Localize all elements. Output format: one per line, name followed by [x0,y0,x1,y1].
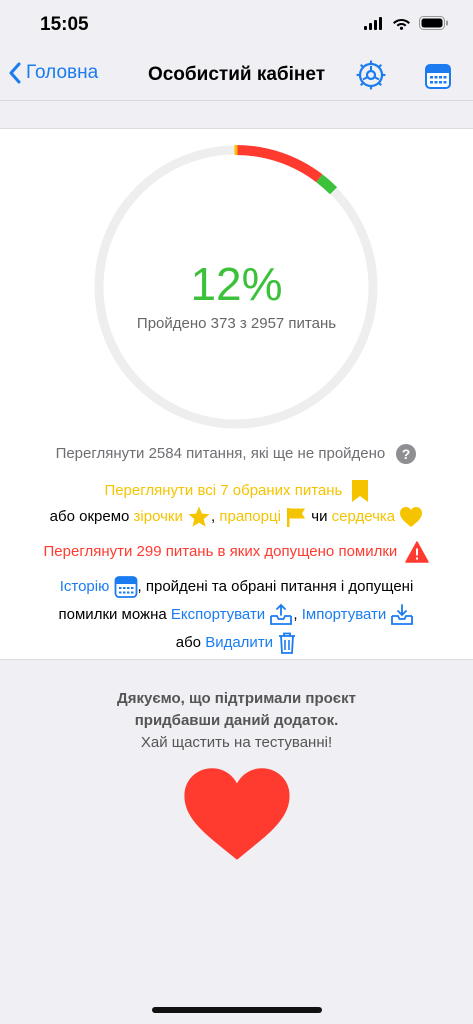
thanks-line-2: придбавши даний додаток. [134,712,339,729]
comma: , [211,508,216,525]
back-button[interactable]: Головна [8,62,98,84]
svg-text:?: ? [402,446,411,462]
favorites-link[interactable]: Переглянути всі 7 обраних питань [104,482,342,499]
history-row: Історію , пройдені та обрані питання і д… [0,575,473,599]
flags-link[interactable]: прапорці [219,508,281,525]
export-import-row: помилки можна Експортувати , Імпортувати [0,603,473,627]
import-icon[interactable] [390,603,414,627]
navigation-bar: Головна Особистий кабінет [0,52,473,101]
status-bar: 15:05 [0,0,473,52]
mistakes-link[interactable]: Переглянути 299 питань в яких допущено п… [44,543,398,560]
errors-can-text: помилки можна [58,606,167,624]
settings-gear-icon[interactable] [356,60,386,90]
back-label: Головна [26,62,99,83]
signal-icon [364,16,382,30]
calendar-icon[interactable] [114,575,138,599]
unpassed-link[interactable]: Переглянути 2584 питання, які ще не прой… [56,445,386,462]
help-icon[interactable]: ? [395,443,417,465]
battery-icon [419,16,448,30]
calendar-icon[interactable] [424,62,452,90]
unpassed-row: Переглянути 2584 питання, які ще не прой… [0,443,473,465]
history-link[interactable]: Історію [60,578,110,595]
delete-row: або Видалити [0,631,473,655]
export-icon[interactable] [269,603,293,627]
separately-text: або окремо [49,508,130,525]
flag-icon [287,508,306,528]
export-link[interactable]: Експортувати [171,606,265,623]
links-section: Переглянути 2584 питання, які ще не прой… [0,443,473,655]
or-text: чи [311,508,328,525]
heart-icon [184,768,290,860]
progress-start-marker [234,145,238,155]
bookmark-icon [351,480,368,503]
chevron-left-icon [9,62,21,84]
marks-row: або окремо зірочки , прапорці чи сердечк… [0,505,473,529]
star-icon [188,506,210,527]
favorites-row: Переглянути всі 7 обраних питань [0,479,473,503]
comma: , [293,606,298,624]
progress-card: 12% Пройдено 373 з 2957 питань Перегляну… [0,128,473,660]
trash-icon[interactable] [277,631,297,655]
home-indicator [152,1007,322,1013]
heart-icon [400,507,423,528]
stars-link[interactable]: зірочки [134,508,183,525]
thanks-line-1: Дякуємо, що підтримали проєкт [117,690,356,707]
progress-caption: Пройдено 373 з 2957 питань [136,315,337,332]
delete-link[interactable]: Видалити [205,634,273,651]
progress-percent: 12% [190,258,283,310]
thanks-message: Дякуємо, що підтримали проєкт придбавши … [0,688,473,754]
history-text: , пройдені та обрані питання і допущені [137,578,414,596]
import-link[interactable]: Імпортувати [302,606,387,623]
status-icons [364,16,449,30]
hearts-link[interactable]: сердечка [332,508,396,525]
status-time: 15:05 [40,14,89,35]
mistakes-row: Переглянути 299 питань в яких допущено п… [0,541,473,563]
good-luck-text: Хай щастить на тестуванні! [140,734,333,751]
warning-icon [405,541,430,563]
wifi-icon [393,19,410,30]
or-prefix-text: або [175,634,202,652]
